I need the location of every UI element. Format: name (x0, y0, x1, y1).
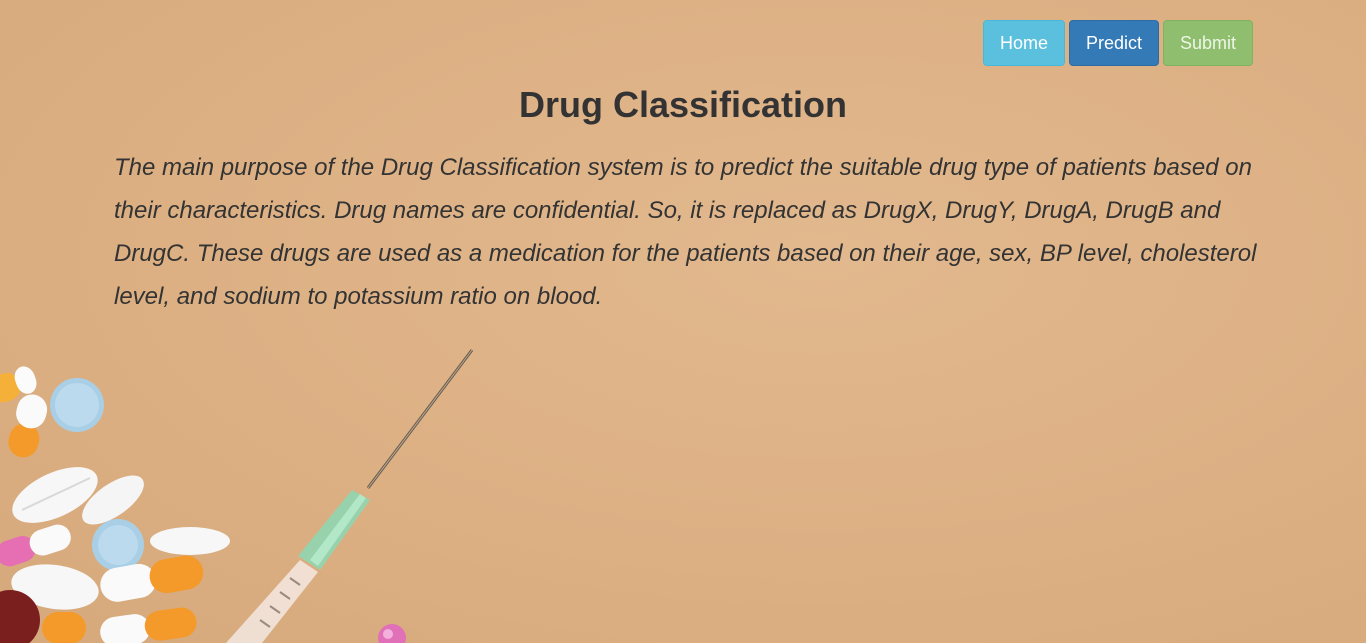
predict-button[interactable]: Predict (1069, 20, 1159, 66)
home-button[interactable]: Home (983, 20, 1065, 66)
page-title: Drug Classification (518, 84, 848, 125)
submit-button[interactable]: Submit (1163, 20, 1253, 66)
top-nav: Home Predict Submit (983, 20, 1253, 66)
syringe-icon (226, 349, 474, 643)
page-description: The main purpose of the Drug Classificat… (114, 154, 1257, 310)
